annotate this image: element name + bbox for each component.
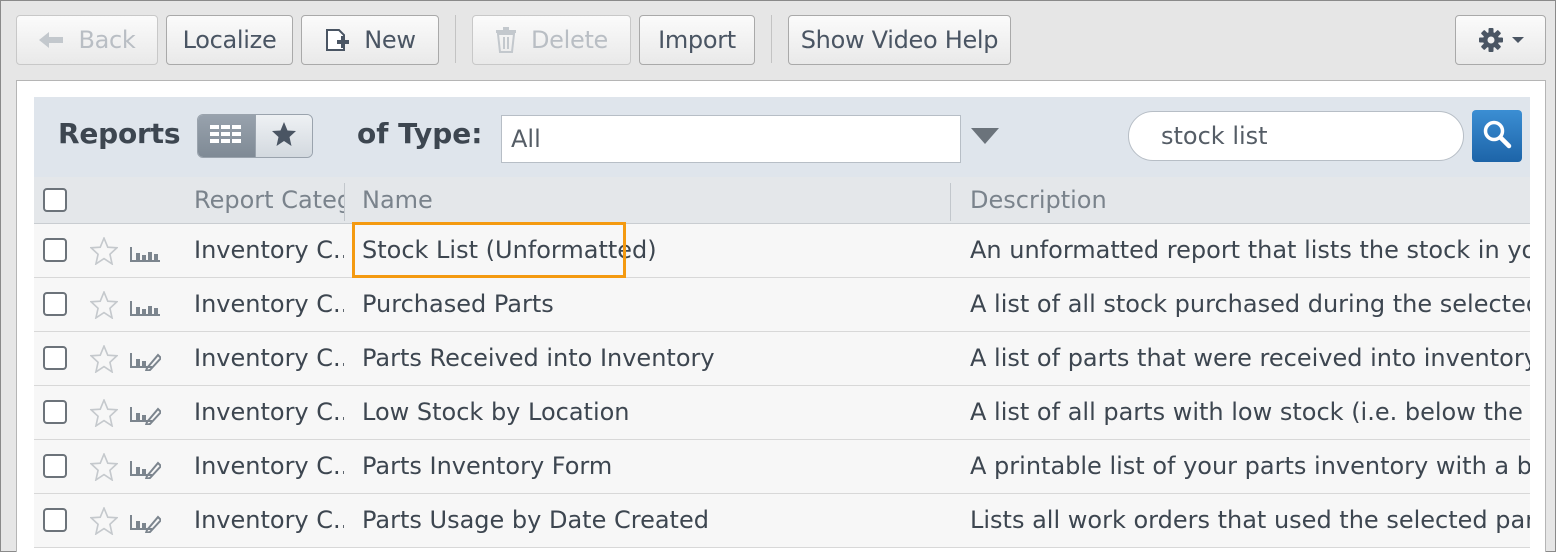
favorite-star-icon[interactable] [89,505,119,541]
column-header-category[interactable]: Report Category [194,177,344,223]
favorite-star-icon[interactable] [89,451,119,487]
delete-label: Delete [530,26,609,54]
row-report-name[interactable]: Parts Received into Inventory [362,332,942,385]
column-header-name[interactable]: Name [362,177,942,223]
favorites-view-toggle[interactable] [254,115,312,157]
row-description: A list of all stock purchased during the… [970,290,1530,318]
row-checkbox[interactable] [43,346,67,370]
row-checkbox[interactable] [43,508,67,532]
table-row[interactable]: Inventory C... Parts Received into Invent… [34,332,1530,386]
column-divider[interactable] [950,183,951,221]
row-report-name[interactable]: Low Stock by Location [362,386,942,439]
localize-button[interactable]: Localize [166,15,293,65]
favorite-star-icon[interactable] [89,343,119,379]
reports-header: Reports of Type: All stock list [34,97,1530,177]
row-checkbox[interactable] [43,292,67,316]
column-divider[interactable] [344,183,345,221]
video-help-label: Show Video Help [800,26,999,54]
column-header-description[interactable]: Description [970,177,1530,223]
favorite-star-icon[interactable] [89,397,119,433]
table-row[interactable]: Inventory C... Stock List (Unformatted) An… [34,224,1530,278]
delete-button[interactable]: Delete [472,15,631,65]
row-report-name[interactable]: Stock List (Unformatted) [362,224,942,277]
chart-icon[interactable] [129,241,161,269]
favorite-star-icon[interactable] [89,235,119,271]
reports-table-body: Inventory C... Stock List (Unformatted) An… [34,224,1530,548]
table-row[interactable]: Inventory C... Purchased Parts A list of a… [34,278,1530,332]
back-button[interactable]: Back [16,15,158,65]
row-category: Inventory C... [194,452,344,480]
table-header: Report Category Name Description [34,177,1530,224]
page-title: Reports [58,117,181,150]
import-button[interactable]: Import [639,15,755,65]
list-view-toggle[interactable] [198,115,255,157]
chart-icon[interactable] [129,295,161,323]
import-label: Import [658,26,736,54]
row-category: Inventory C... [194,236,344,264]
row-checkbox[interactable] [43,400,67,424]
chart-edit-icon[interactable] [129,403,163,431]
list-grid-icon [210,124,242,148]
row-category: Inventory C... [194,290,344,318]
toolbar-separator [771,15,772,63]
settings-menu-button[interactable] [1455,15,1546,65]
toolbar: Back Localize New Delete Import Show Vid… [0,0,1556,80]
row-description: A list of all parts with low stock (i.e.… [970,398,1530,426]
show-video-help-button[interactable]: Show Video Help [788,15,1011,65]
chart-edit-icon[interactable] [129,511,163,539]
row-checkbox[interactable] [43,238,67,262]
toolbar-separator [455,15,456,63]
chevron-down-icon [1511,35,1525,45]
dropdown-arrow-icon[interactable] [970,127,1000,149]
table-row[interactable]: Inventory C... Parts Inventory Form A prin… [34,440,1530,494]
report-type-select[interactable]: All [501,115,961,163]
select-all-checkbox[interactable] [43,188,67,212]
chart-edit-icon[interactable] [129,457,163,485]
row-report-name[interactable]: Parts Inventory Form [362,440,942,493]
row-category: Inventory C... [194,344,344,372]
search-button[interactable] [1472,110,1522,162]
table-row[interactable]: Inventory C... Parts Usage by Date Create… [34,494,1530,548]
row-checkbox[interactable] [43,454,67,478]
search-icon [1482,119,1512,153]
localize-label: Localize [182,26,277,54]
row-description: A printable list of your parts inventory… [970,452,1530,480]
row-category: Inventory C... [194,398,344,426]
back-label: Back [78,26,136,54]
search-input[interactable]: stock list [1128,111,1464,161]
row-report-name[interactable]: Purchased Parts [362,278,942,331]
table-row[interactable]: Inventory C... Low Stock by Location A lis… [34,386,1530,440]
row-category: Inventory C... [194,506,344,534]
trash-icon [495,27,517,53]
row-description: An unformatted report that lists the sto… [970,236,1530,264]
new-document-icon [324,27,350,53]
favorite-star-icon[interactable] [89,289,119,325]
new-button[interactable]: New [301,15,439,65]
row-report-name[interactable]: Parts Usage by Date Created [362,494,942,547]
view-toggle [197,114,313,158]
chart-edit-icon[interactable] [129,349,163,377]
star-icon [271,121,297,151]
of-type-label: of Type: [357,117,483,150]
gear-icon [1477,26,1505,54]
row-description: Lists all work orders that used the sele… [970,506,1530,534]
back-arrow-icon [38,30,64,50]
row-description: A list of parts that were received into … [970,344,1530,372]
new-label: New [364,26,416,54]
